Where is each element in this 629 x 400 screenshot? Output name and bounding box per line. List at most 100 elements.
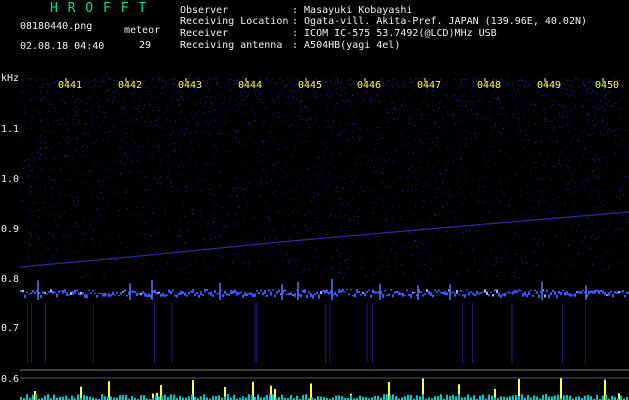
noise-dot [80,100,82,102]
signal-dot [498,292,500,297]
noise-dot [139,97,141,99]
noise-dot [361,267,363,269]
noise-dot [245,249,247,251]
noise-dot [603,133,605,135]
noise-dot [417,109,419,111]
spectrum-bar [83,394,85,400]
noise-dot [293,110,295,112]
noise-dot [72,133,74,135]
noise-dot [412,82,414,84]
noise-dot [498,181,500,183]
noise-dot [139,111,141,113]
noise-dot [429,171,431,173]
noise-dot [413,122,415,124]
noise-dot [78,119,80,121]
noise-dot [498,123,500,125]
noise-dot [492,139,494,141]
spectrum-bar [437,396,439,400]
noise-dot [27,163,29,165]
noise-dot [527,269,529,271]
noise-dot [235,82,237,84]
noise-dot [543,117,545,119]
signal-dot [514,289,516,293]
noise-dot [569,212,571,213]
noise-dot [464,122,466,124]
noise-dot [429,78,431,79]
noise-dot [274,190,276,192]
noise-dot [415,184,417,186]
noise-dot [436,225,438,226]
noise-dot [160,93,162,94]
noise-dot [381,157,383,159]
noise-dot [30,121,32,123]
noise-dot [52,234,54,236]
noise-dot [100,100,102,101]
noise-dot [322,276,324,278]
noise-dot [31,128,32,130]
signal-dot [74,289,76,294]
noise-dot [88,171,90,172]
noise-dot [333,241,335,243]
noise-dot [176,99,178,101]
noise-dot [163,133,165,135]
noise-dot [58,142,60,144]
noise-dot [340,198,342,200]
noise-dot [341,109,342,110]
noise-dot [163,210,165,212]
noise-dot [414,272,416,274]
noise-dot [360,130,362,132]
noise-dot [298,116,300,118]
noise-dot [182,204,184,206]
noise-dot [170,242,172,244]
noise-dot [561,150,563,152]
signal-band [20,289,629,299]
signal-dot [342,289,344,292]
noise-dot [95,208,97,210]
noise-dot [601,116,603,118]
noise-dot [326,147,328,149]
noise-dot [73,199,75,201]
noise-dot [272,164,274,166]
noise-dot [196,166,198,168]
spectrum-bar [224,396,226,400]
noise-dot [346,258,348,260]
noise-dot [433,276,435,278]
noise-dot [619,209,621,211]
header-panel: H R O F F T 08180440.png 02.08.18 04:40 … [0,0,629,74]
noise-dot [289,82,291,84]
noise-dot [593,127,595,129]
noise-dot [83,239,85,241]
noise-dot [586,99,588,101]
signal-dot [58,290,60,293]
noise-dot [140,266,142,268]
noise-dot [497,99,499,101]
noise-dot [263,140,264,142]
spectrum-bar [35,394,37,400]
noise-dot [386,265,388,267]
noise-dot [237,256,239,258]
noise-dot [82,86,84,88]
noise-dot [471,100,473,102]
noise-dot [49,131,51,133]
noise-dot [116,259,118,261]
signal-dot [518,289,520,292]
noise-dot [37,141,39,143]
noise-dot [612,131,614,133]
noise-dot [360,261,362,263]
noise-dot [596,189,597,191]
noise-dot [167,155,169,157]
noise-dot [582,106,584,108]
noise-dot [93,81,95,83]
signal-dot [92,289,94,292]
noise-dot [487,117,489,119]
noise-dot [325,120,327,122]
noise-dot [567,273,569,275]
noise-dot [484,154,485,156]
noise-dot [542,110,544,112]
noise-dot [106,235,108,236]
noise-dot [298,244,299,246]
noise-dot [252,142,254,144]
noise-dot [289,90,291,92]
noise-dot [174,78,176,80]
noise-dot [233,80,235,82]
